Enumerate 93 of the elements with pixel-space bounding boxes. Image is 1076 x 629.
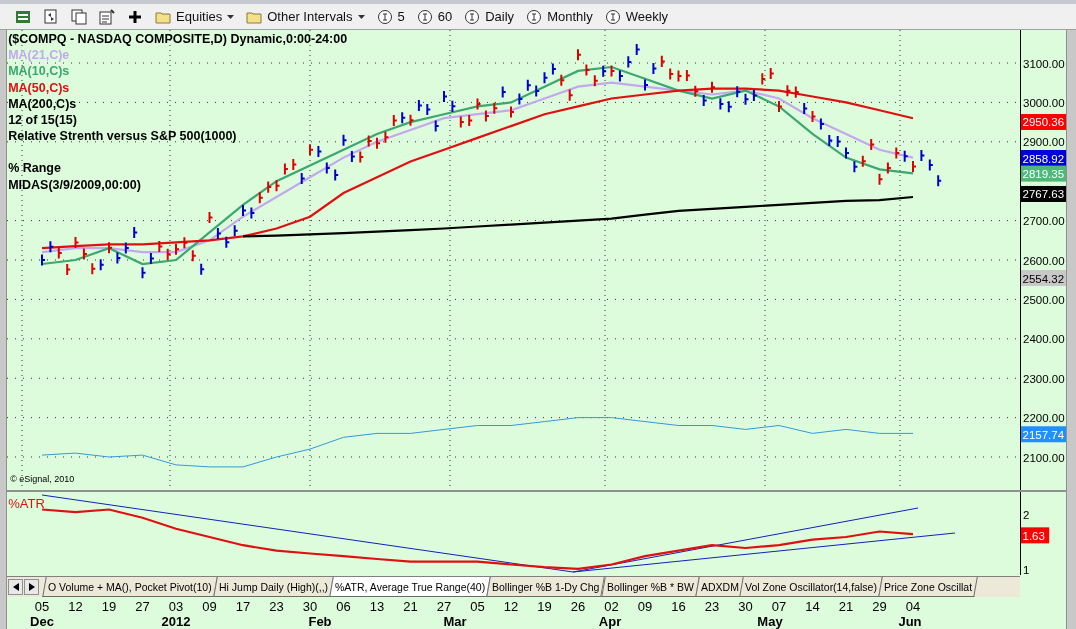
- legend-entry: MA(200,C)s: [8, 95, 77, 112]
- date-label: 05: [34, 599, 50, 614]
- interval-button[interactable]: Monthly: [523, 7, 596, 26]
- date-label: 29: [872, 599, 887, 614]
- axis-tick-label: 2600.00: [1023, 254, 1065, 267]
- axis-tick-label: 1: [1023, 564, 1030, 575]
- date-label: 04: [905, 599, 921, 614]
- date-label: 17: [235, 599, 251, 614]
- legend-entry: MA(21,C)e: [8, 47, 70, 64]
- axis-tick-label: 2: [1023, 509, 1030, 522]
- month-label: Dec: [30, 614, 55, 629]
- indicator-tab[interactable]: %ATR, Average True Range(40): [329, 577, 491, 597]
- legend-entry: 12 of 15(15): [8, 112, 77, 129]
- date-label: 03: [168, 599, 184, 614]
- scroll-left-button[interactable]: [8, 579, 24, 595]
- caret-icon: [227, 14, 235, 19]
- date-label: 21: [403, 599, 418, 614]
- page-arrows-icon: [43, 8, 59, 25]
- interval-icon: [604, 8, 621, 25]
- date-label: 27: [436, 599, 452, 614]
- axis-tick-label: 2200.00: [1023, 412, 1065, 425]
- date-label: 30: [302, 599, 318, 614]
- indicator-tab[interactable]: Hi Jump Daily (High)(,,): [213, 577, 334, 597]
- month-label: May: [757, 614, 783, 629]
- axis-tick-label: 2700.00: [1023, 215, 1065, 228]
- date-label: 02: [604, 599, 619, 614]
- date-label: 19: [537, 599, 552, 614]
- value-badge: 2767.63: [1021, 185, 1067, 202]
- value-badge: 2157.74: [1021, 426, 1067, 443]
- date-label: 13: [369, 599, 385, 614]
- indicator-tab[interactable]: Bollinger %B * BW: [600, 577, 700, 597]
- month-label: Mar: [443, 614, 467, 629]
- legend-entry: % Range: [8, 160, 61, 177]
- stacked-pages-icon: [71, 8, 87, 25]
- indicator-tab[interactable]: O Volume + MA(), Pocket Pivot(10): [42, 577, 218, 597]
- indicator-label: %ATR: [8, 496, 45, 511]
- month-label: Jun: [898, 614, 922, 629]
- date-label: 19: [101, 599, 117, 614]
- date-label: 26: [570, 599, 586, 614]
- legend-entry: MIDAS(3/9/2009,00:00): [8, 176, 141, 193]
- value-badge: 2950.36: [1021, 114, 1067, 130]
- date-label: 12: [68, 599, 83, 614]
- indicator-tab[interactable]: Price Zone Oscillat: [878, 577, 979, 597]
- dropdown-menu[interactable]: Equities: [152, 7, 238, 26]
- left-arrow-icon: [12, 583, 19, 591]
- value-badge: 2858.92: [1021, 150, 1067, 166]
- axis-tick-label: 2100.00: [1023, 451, 1065, 464]
- axis-tick-label: 2900.00: [1023, 136, 1065, 149]
- date-label: 23: [269, 599, 284, 614]
- date-label: 14: [805, 599, 820, 614]
- legend-entry: ($COMPQ - NASDAQ COMPOSITE,D) Dynamic,0:00-24:00: [8, 31, 348, 48]
- legend-entry: MA(10,C)s: [8, 63, 70, 80]
- axis-tick-label: 3000.00: [1023, 96, 1065, 109]
- copyright-text: © eSignal, 2010: [10, 474, 75, 484]
- interval-icon: [464, 8, 481, 25]
- scroll-right-button[interactable]: [24, 579, 40, 595]
- month-label: Feb: [308, 614, 332, 629]
- date-label: 09: [637, 599, 653, 614]
- interval-button[interactable]: 60: [413, 7, 456, 26]
- date-label: 07: [771, 599, 787, 614]
- plus-icon: [127, 8, 143, 25]
- value-badge: 1.63: [1021, 527, 1050, 544]
- pages-button[interactable]: [68, 7, 90, 26]
- date-label: 06: [336, 599, 351, 614]
- axis-tick-label: 3100.00: [1023, 57, 1065, 70]
- interval-icon: [416, 8, 433, 25]
- dropdown-menu[interactable]: Other Intervals: [243, 7, 368, 26]
- interval-icon: [376, 8, 393, 25]
- date-label: 27: [135, 599, 150, 614]
- indicator-tab[interactable]: Bollinger %B 1-Dy Chg: [486, 577, 606, 597]
- date-label: 12: [503, 599, 519, 614]
- interval-button[interactable]: Weekly: [601, 7, 672, 26]
- interval-icon: [526, 8, 543, 25]
- date-label: 21: [838, 599, 854, 614]
- value-badge: 2554.32: [1021, 270, 1067, 286]
- right-arrow-icon: [28, 583, 35, 591]
- document-list-icon: [99, 8, 115, 25]
- date-label: 09: [202, 599, 217, 614]
- caret-icon: [357, 14, 365, 19]
- date-label: 23: [704, 599, 720, 614]
- axis-tick-label: 2400.00: [1023, 333, 1065, 346]
- date-label: 05: [470, 599, 485, 614]
- date-label: 30: [738, 599, 753, 614]
- legend-entry: MA(50,C)s: [8, 79, 70, 96]
- month-label: Apr: [599, 614, 622, 629]
- interval-button[interactable]: 5: [373, 7, 408, 26]
- date-label: 16: [671, 599, 686, 614]
- axis-tick-label: 2300.00: [1023, 372, 1065, 385]
- interval-button[interactable]: Daily: [461, 7, 518, 26]
- month-label: 2012: [161, 614, 191, 629]
- legend-entry: Relative Strenth versus S&P 500(1000): [8, 128, 237, 145]
- axis-tick-label: 2500.00: [1023, 293, 1065, 306]
- indicator-tab[interactable]: Vol Zone Oscillator(14,false): [739, 577, 884, 597]
